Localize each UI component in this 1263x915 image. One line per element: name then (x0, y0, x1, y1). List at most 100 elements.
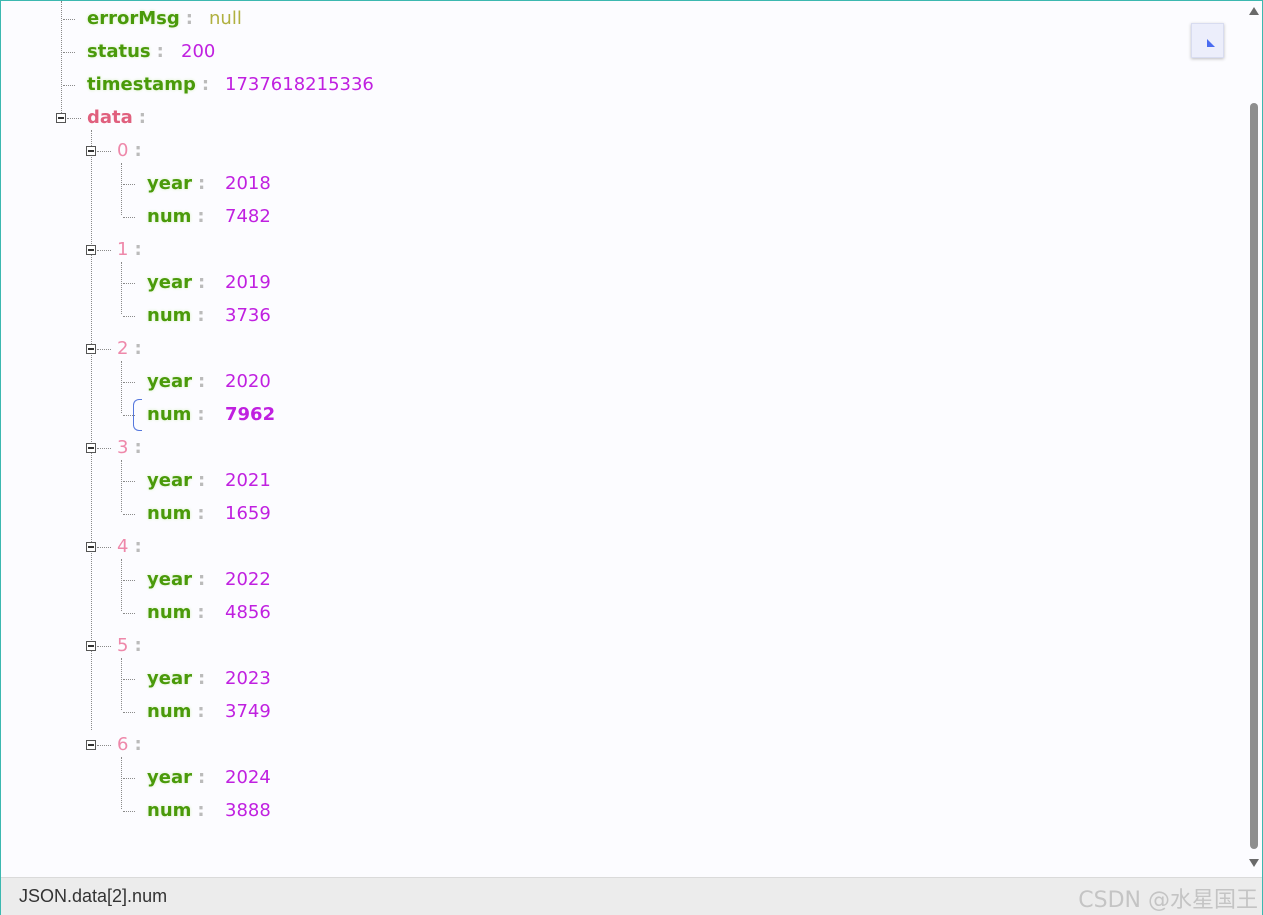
value-label[interactable]: 200 (181, 38, 215, 66)
minus-box-icon[interactable] (86, 245, 96, 255)
colon-separator: : (134, 734, 142, 755)
field-timestamp[interactable]: timestamp:1737618215336 (87, 71, 687, 99)
tree-branch-line (97, 250, 111, 251)
tree-guide-line (61, 1, 62, 113)
field-year[interactable]: year:2019 (147, 269, 747, 297)
key-label: num (147, 305, 192, 326)
key-label: num (147, 503, 192, 524)
colon-separator: : (156, 41, 164, 62)
field-year[interactable]: year:2024 (147, 764, 747, 792)
colon-separator: : (197, 569, 206, 590)
selection-bracket (133, 399, 142, 431)
colon-separator: : (185, 8, 193, 29)
value-label[interactable]: 7482 (225, 203, 271, 231)
tree-guide-line (91, 130, 92, 730)
colon-separator: : (134, 536, 142, 557)
key-label: num (147, 404, 192, 425)
tree-guide-line (121, 559, 122, 611)
value-label[interactable]: 2022 (225, 566, 271, 594)
value-label[interactable]: 1659 (225, 500, 271, 528)
array-item-6[interactable]: 6: (117, 731, 717, 759)
key-label: 4 (117, 536, 129, 557)
field-num[interactable]: num:4856 (147, 599, 747, 627)
key-label: 0 (117, 140, 129, 161)
tree-branch-line (67, 118, 81, 119)
tree-branch-line (123, 283, 135, 284)
field-num-selected[interactable]: num:7962 (147, 401, 747, 429)
value-label[interactable]: 7962 (225, 401, 275, 429)
key-label: 6 (117, 734, 129, 755)
minus-box-icon[interactable] (56, 113, 66, 123)
colon-separator: : (197, 668, 206, 689)
tree-branch-line (63, 52, 75, 53)
colon-separator: : (138, 107, 146, 128)
triangle-corner-icon (1207, 39, 1215, 47)
json-viewer-frame: errorMsg: null status:200 timestamp:1737618… (0, 0, 1263, 915)
colon-separator: : (197, 305, 205, 326)
scroll-down-arrow-icon[interactable] (1249, 859, 1259, 867)
key-label: 3 (117, 437, 129, 458)
tree-branch-line (97, 151, 111, 152)
value-label[interactable]: 2018 (225, 170, 271, 198)
field-data[interactable]: data: (87, 104, 687, 132)
value-label[interactable]: 1737618215336 (225, 71, 374, 99)
array-item-1[interactable]: 1: (117, 236, 717, 264)
tree-branch-line (97, 646, 111, 647)
colon-separator: : (197, 371, 206, 392)
value-label[interactable]: 3749 (225, 698, 271, 726)
value-label[interactable]: 2023 (225, 665, 271, 693)
tree-branch-line (123, 613, 135, 614)
value-label[interactable]: 2021 (225, 467, 271, 495)
field-year[interactable]: year:2020 (147, 368, 747, 396)
field-num[interactable]: num:3888 (147, 797, 747, 825)
value-label[interactable]: 2019 (225, 269, 271, 297)
value-label[interactable]: 2024 (225, 764, 271, 792)
scrollbar-thumb[interactable] (1250, 103, 1258, 849)
minus-box-icon[interactable] (86, 740, 96, 750)
colon-separator: : (134, 140, 142, 161)
field-num[interactable]: num:1659 (147, 500, 747, 528)
tree-branch-line (123, 184, 135, 185)
minus-box-icon[interactable] (86, 542, 96, 552)
field-year[interactable]: year:2022 (147, 566, 747, 594)
tree-branch-line (123, 712, 135, 713)
array-item-3[interactable]: 3: (117, 434, 717, 462)
value-label[interactable]: 3736 (225, 302, 271, 330)
value-label[interactable]: 2020 (225, 368, 271, 396)
minus-box-icon[interactable] (86, 146, 96, 156)
field-year[interactable]: year:2021 (147, 467, 747, 495)
key-label: 2 (117, 338, 129, 359)
colon-separator: : (197, 800, 205, 821)
colon-separator: : (197, 767, 206, 788)
colon-separator: : (134, 437, 142, 458)
field-num[interactable]: num:3749 (147, 698, 747, 726)
field-year[interactable]: year:2018 (147, 170, 747, 198)
field-errorMsg[interactable]: errorMsg: null (87, 5, 687, 33)
array-item-0[interactable]: 0: (117, 137, 717, 165)
vertical-scrollbar[interactable] (1248, 7, 1260, 871)
tree-branch-line (123, 382, 135, 383)
value-label[interactable]: null (209, 5, 242, 33)
minus-box-icon[interactable] (86, 443, 96, 453)
value-label[interactable]: 4856 (225, 599, 271, 627)
field-year[interactable]: year:2023 (147, 665, 747, 693)
array-item-4[interactable]: 4: (117, 533, 717, 561)
collapse-all-button[interactable] (1191, 23, 1224, 58)
tree-guide-line (121, 361, 122, 413)
tree-branch-line (63, 19, 75, 20)
key-label: num (147, 701, 192, 722)
array-item-2[interactable]: 2: (117, 335, 717, 363)
tree-branch-line (123, 316, 135, 317)
colon-separator: : (197, 404, 205, 425)
scroll-up-arrow-icon[interactable] (1249, 7, 1259, 15)
field-num[interactable]: num:3736 (147, 302, 747, 330)
minus-box-icon[interactable] (86, 641, 96, 651)
field-num[interactable]: num:7482 (147, 203, 747, 231)
minus-box-icon[interactable] (86, 344, 96, 354)
field-status[interactable]: status:200 (87, 38, 687, 66)
array-item-5[interactable]: 5: (117, 632, 717, 660)
tree-guide-line (121, 460, 122, 512)
colon-separator: : (201, 74, 210, 95)
value-label[interactable]: 3888 (225, 797, 271, 825)
key-label: 1 (117, 239, 129, 260)
